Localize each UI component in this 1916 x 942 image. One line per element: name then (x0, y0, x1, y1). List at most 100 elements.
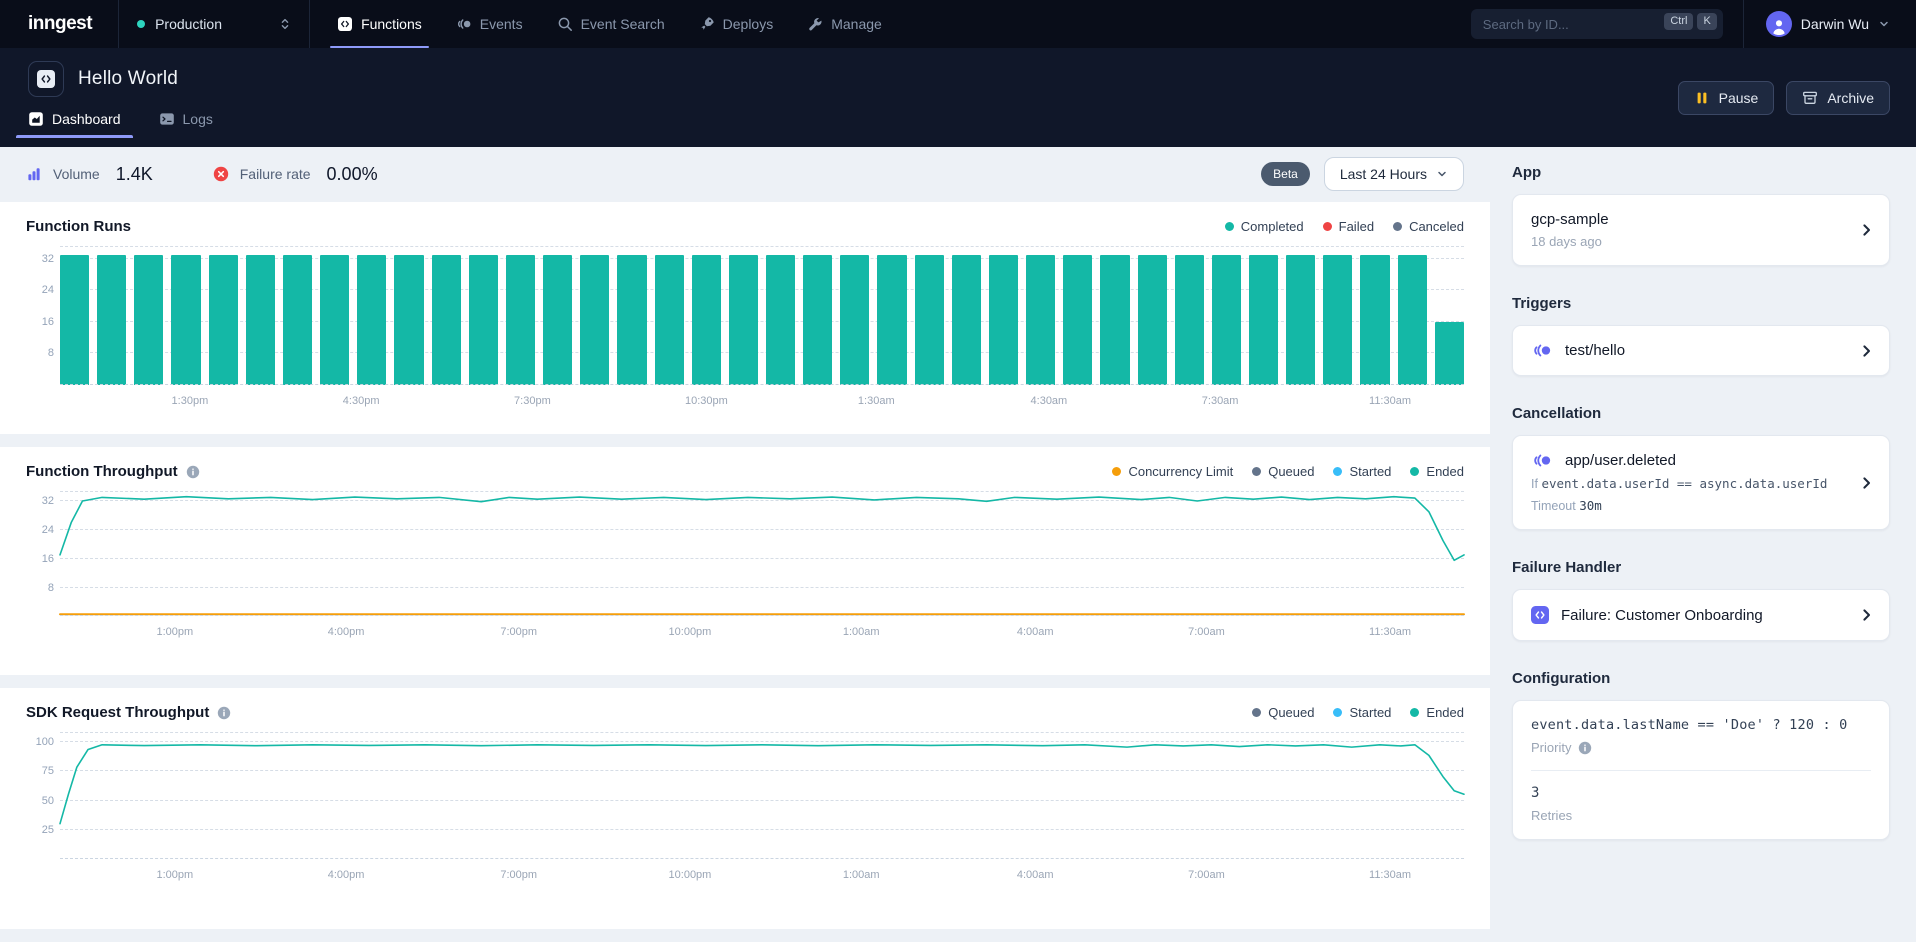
trigger-event-name: test/hello (1565, 342, 1625, 359)
condition-expression: event.data.userId == async.data.userId (1541, 476, 1827, 491)
y-axis-tick: 8 (24, 582, 54, 594)
x-axis-line (60, 858, 1464, 859)
inngest-logo[interactable]: inngest (28, 13, 92, 35)
signal-icon (456, 16, 472, 32)
pause-label: Pause (1719, 90, 1759, 106)
bar (97, 255, 126, 385)
legend-label: Canceled (1409, 219, 1464, 234)
bar (1026, 255, 1055, 385)
trigger-card[interactable]: test/hello (1512, 325, 1890, 376)
function-badge-icon (1531, 606, 1549, 624)
legend-item-failed: Failed (1323, 219, 1374, 234)
bar (729, 255, 758, 385)
time-range-dropdown[interactable]: Last 24 Hours (1324, 157, 1464, 191)
y-axis-tick: 25 (24, 824, 54, 836)
x-circle-icon (213, 166, 229, 182)
failure-handler-card[interactable]: Failure: Customer Onboarding (1512, 589, 1890, 641)
bar (394, 255, 423, 385)
stats-bar: Volume 1.4K Failure rate 0.00% Beta Last… (0, 147, 1490, 202)
x-axis-tick: 7:00am (1188, 869, 1225, 881)
environment-selector[interactable]: Production (119, 0, 309, 48)
bar (803, 255, 832, 385)
info-icon[interactable] (1578, 741, 1592, 755)
app-card[interactable]: gcp-sample 18 days ago (1512, 194, 1890, 266)
legend-item-canceled: Canceled (1393, 219, 1464, 234)
nav-tab-label: Events (480, 16, 523, 32)
line-series (60, 733, 1464, 859)
bar (1323, 255, 1352, 385)
chart-title-wrap: SDK Request Throughput (26, 704, 231, 721)
app-heading: App (1512, 164, 1890, 181)
code-icon (37, 70, 55, 88)
x-axis-tick: 11:30am (1369, 869, 1411, 881)
pause-button[interactable]: Pause (1678, 81, 1775, 115)
pause-icon (1694, 90, 1710, 106)
tab-logs[interactable]: Logs (147, 103, 225, 138)
legend-dot (1333, 708, 1342, 717)
function-throughput-section: Function Throughput Concurrency LimitQue… (0, 447, 1490, 675)
bar (840, 255, 869, 385)
info-icon[interactable] (186, 465, 200, 479)
legend-label: Queued (1268, 464, 1314, 479)
bar (1100, 255, 1129, 385)
failure-rate-value: 0.00% (327, 164, 378, 185)
legend-dot (1323, 222, 1332, 231)
y-axis-tick: 100 (24, 736, 54, 748)
tab-dashboard[interactable]: Dashboard (16, 103, 133, 138)
legend-item-queued: Queued (1252, 464, 1314, 479)
chevron-updown-icon (279, 17, 291, 31)
nav-tab-events[interactable]: Events (439, 0, 540, 48)
x-axis-tick: 7:30pm (514, 395, 551, 407)
info-icon[interactable] (217, 706, 231, 720)
avatar (1766, 11, 1792, 37)
chart-header: Function Runs CompletedFailedCanceled (26, 218, 1464, 235)
legend-label: Started (1349, 705, 1391, 720)
x-axis-tick: 1:30am (858, 395, 895, 407)
person-icon (1770, 17, 1788, 35)
chart-title-wrap: Function Throughput (26, 463, 200, 480)
nav-tab-manage[interactable]: Manage (790, 0, 899, 48)
failure-handler-heading: Failure Handler (1512, 559, 1890, 576)
timeout-value: 30m (1579, 498, 1602, 513)
legend-item-started: Started (1333, 464, 1391, 479)
legend-dot (1252, 708, 1261, 717)
chevron-right-icon (1859, 223, 1874, 238)
x-axis-tick: 11:30am (1369, 626, 1411, 638)
configuration-section: Configuration event.data.lastName == 'Do… (1512, 670, 1890, 840)
legend-label: Ended (1426, 464, 1464, 479)
nav-tab-deploys[interactable]: Deploys (682, 0, 791, 48)
legend-item-ended: Ended (1410, 464, 1464, 479)
chart-title-wrap: Function Runs (26, 218, 131, 235)
event-signal-icon (1531, 453, 1553, 468)
x-axis-tick: 7:00pm (500, 869, 537, 881)
bar (877, 255, 906, 385)
search-box: Ctrl K (1471, 9, 1723, 39)
function-title-row: Hello World (0, 48, 1916, 97)
bar (134, 255, 163, 385)
legend-dot (1393, 222, 1402, 231)
chart-legend: QueuedStartedEnded (1252, 705, 1464, 720)
archive-icon (1802, 90, 1818, 106)
legend-dot (1333, 467, 1342, 476)
x-axis-tick: 1:00am (843, 869, 880, 881)
legend-label: Ended (1426, 705, 1464, 720)
cancellation-card[interactable]: app/user.deleted If event.data.userId ==… (1512, 435, 1890, 530)
nav-tab-label: Functions (361, 16, 422, 32)
x-axis-tick: 4:30pm (343, 395, 380, 407)
chart-title: Function Runs (26, 218, 131, 235)
bar (1138, 255, 1167, 385)
environment-status-dot (137, 20, 145, 28)
bar (989, 255, 1018, 385)
bar (915, 255, 944, 385)
bar (469, 255, 498, 385)
nav-tab-functions[interactable]: Functions (320, 0, 439, 48)
y-axis-tick: 16 (24, 553, 54, 565)
y-axis-tick: 32 (24, 253, 54, 265)
x-axis-tick: 7:00am (1188, 626, 1225, 638)
nav-tab-event-search[interactable]: Event Search (540, 0, 682, 48)
environment-label: Production (155, 16, 222, 32)
archive-button[interactable]: Archive (1786, 81, 1890, 115)
priority-label: Priority (1531, 740, 1571, 755)
user-menu[interactable]: Darwin Wu (1744, 11, 1890, 37)
x-axis-line (60, 615, 1464, 616)
